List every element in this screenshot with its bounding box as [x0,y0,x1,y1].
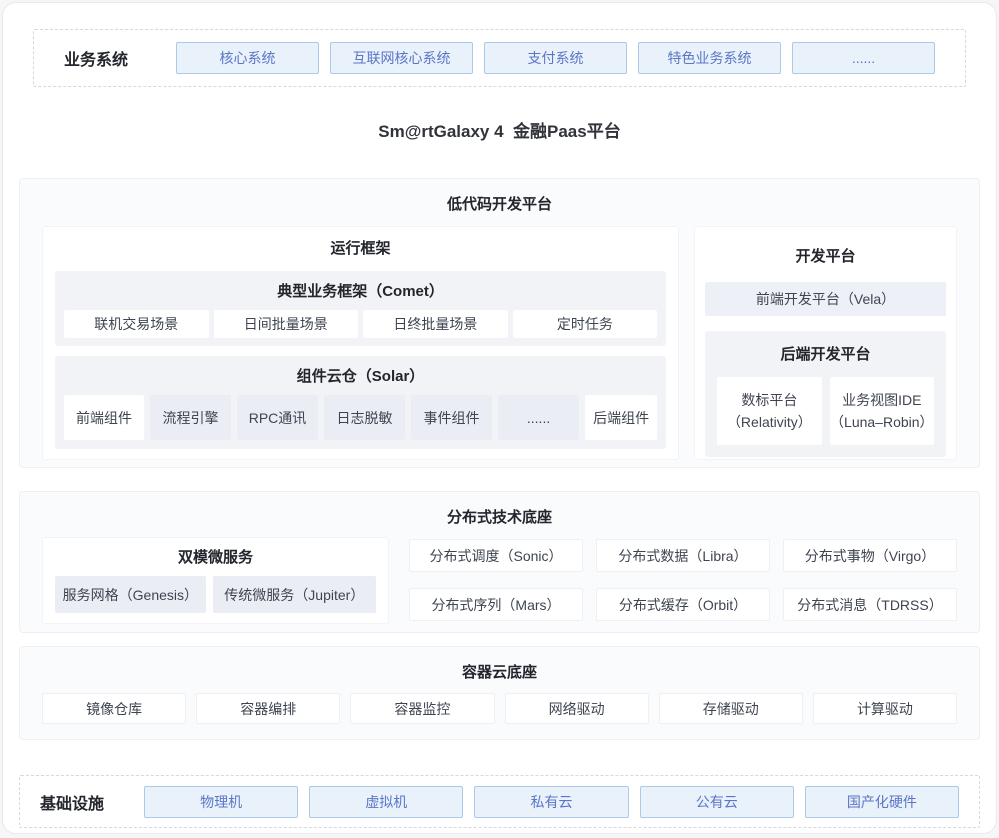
backend-dev-box: 业务视图IDE （Luna–Robin） [830,377,934,445]
infrastructure-box: 私有云 [474,786,628,818]
dev-platform-title: 开发平台 [705,245,946,266]
low-code-row: 运行框架 典型业务框架（Comet） 联机交易场景 日间批量场景 日终批量场景 … [42,226,957,460]
business-system-box: 互联网核心系统 [330,42,473,74]
distributed-service-box: 分布式数据（Libra） [596,539,770,572]
solar-box: 流程引擎 [150,395,231,440]
container-cloud-box: 存储驱动 [659,693,803,724]
container-cloud-title: 容器云底座 [42,661,957,682]
solar-box: ...... [498,395,579,440]
container-cloud-section: 容器云底座 镜像仓库 容器编排 容器监控 网络驱动 存储驱动 计算驱动 [19,646,980,740]
solar-front-box: 前端组件 [64,395,144,440]
container-cloud-box: 镜像仓库 [42,693,186,724]
business-system-box: 支付系统 [484,42,627,74]
container-cloud-box: 容器监控 [350,693,494,724]
infrastructure-label: 基础设施 [40,790,104,814]
distributed-service-box: 分布式调度（Sonic） [409,539,583,572]
infrastructure-box: 物理机 [144,786,298,818]
distributed-title: 分布式技术底座 [42,506,957,527]
vela-box: 前端开发平台（Vela） [705,282,946,316]
solar-title: 组件云仓（Solar） [64,365,657,386]
infrastructure-band: 基础设施 物理机 虚拟机 私有云 公有云 国产化硬件 [19,775,980,828]
backend-dev-items: 数标平台 （Relativity） 业务视图IDE （Luna–Robin） [717,377,934,445]
backend-dev-box-name: 业务视图IDE [842,389,921,411]
dual-mode-box: 传统微服务（Jupiter） [213,576,376,613]
business-system-box: ...... [792,42,935,74]
container-cloud-items: 镜像仓库 容器编排 容器监控 网络驱动 存储驱动 计算驱动 [42,693,957,724]
business-systems-band: 业务系统 核心系统 互联网核心系统 支付系统 特色业务系统 ...... [33,29,966,87]
solar-box: 事件组件 [411,395,492,440]
distributed-service-box: 分布式序列（Mars） [409,588,583,621]
low-code-title: 低代码开发平台 [42,193,957,214]
comet-card: 典型业务框架（Comet） 联机交易场景 日间批量场景 日终批量场景 定时任务 [55,271,666,346]
business-system-box: 核心系统 [176,42,319,74]
backend-dev-title: 后端开发平台 [717,343,934,364]
comet-box: 日终批量场景 [363,310,508,338]
runtime-framework-title: 运行框架 [55,237,666,258]
architecture-diagram: 业务系统 核心系统 互联网核心系统 支付系统 特色业务系统 ...... Sm@… [2,2,997,834]
infrastructure-box: 公有云 [640,786,794,818]
dev-platform-card: 开发平台 前端开发平台（Vela） 后端开发平台 数标平台 （Relativit… [694,226,957,460]
dual-mode-card: 双模微服务 服务网格（Genesis） 传统微服务（Jupiter） [42,537,389,624]
infrastructure-items: 物理机 虚拟机 私有云 公有云 国产化硬件 [144,786,959,818]
backend-dev-box-code: （Relativity） [727,411,812,433]
solar-card: 组件云仓（Solar） 前端组件 流程引擎 RPC通讯 日志脱敏 事件组件 ..… [55,356,666,449]
distributed-section: 分布式技术底座 双模微服务 服务网格（Genesis） 传统微服务（Jupite… [19,491,980,633]
backend-dev-box-name: 数标平台 [741,389,797,411]
backend-dev-box-code: （Luna–Robin） [830,411,934,433]
solar-back-box: 后端组件 [585,395,657,440]
container-cloud-box: 容器编排 [196,693,340,724]
distributed-service-box: 分布式消息（TDRSS） [783,588,957,621]
container-cloud-box: 计算驱动 [813,693,957,724]
infrastructure-box: 虚拟机 [309,786,463,818]
dual-mode-title: 双模微服务 [55,546,376,567]
comet-box: 定时任务 [513,310,658,338]
solar-box: RPC通讯 [237,395,318,440]
distributed-service-box: 分布式缓存（Orbit） [596,588,770,621]
infrastructure-box: 国产化硬件 [805,786,959,818]
business-systems-items: 核心系统 互联网核心系统 支付系统 特色业务系统 ...... [176,42,935,74]
business-system-box: 特色业务系统 [638,42,781,74]
comet-items: 联机交易场景 日间批量场景 日终批量场景 定时任务 [64,310,657,338]
solar-items: 前端组件 流程引擎 RPC通讯 日志脱敏 事件组件 ...... 后端组件 [64,395,657,440]
dual-mode-items: 服务网格（Genesis） 传统微服务（Jupiter） [55,576,376,613]
backend-dev-card: 后端开发平台 数标平台 （Relativity） 业务视图IDE （Luna–R… [705,331,946,457]
distributed-service-box: 分布式事物（Virgo） [783,539,957,572]
solar-box: 日志脱敏 [324,395,405,440]
container-cloud-box: 网络驱动 [505,693,649,724]
backend-dev-box: 数标平台 （Relativity） [717,377,821,445]
platform-title: Sm@rtGalaxy 4 金融Paas平台 [3,117,996,142]
comet-title: 典型业务框架（Comet） [64,280,657,301]
dual-mode-box: 服务网格（Genesis） [55,576,206,613]
distributed-services-grid: 分布式调度（Sonic） 分布式数据（Libra） 分布式事物（Virgo） 分… [409,539,957,624]
low-code-section: 低代码开发平台 运行框架 典型业务框架（Comet） 联机交易场景 日间批量场景… [19,178,980,468]
business-systems-label: 业务系统 [64,46,128,70]
runtime-framework-card: 运行框架 典型业务框架（Comet） 联机交易场景 日间批量场景 日终批量场景 … [42,226,679,460]
comet-box: 联机交易场景 [64,310,209,338]
distributed-row: 双模微服务 服务网格（Genesis） 传统微服务（Jupiter） 分布式调度… [42,537,957,624]
comet-box: 日间批量场景 [214,310,359,338]
